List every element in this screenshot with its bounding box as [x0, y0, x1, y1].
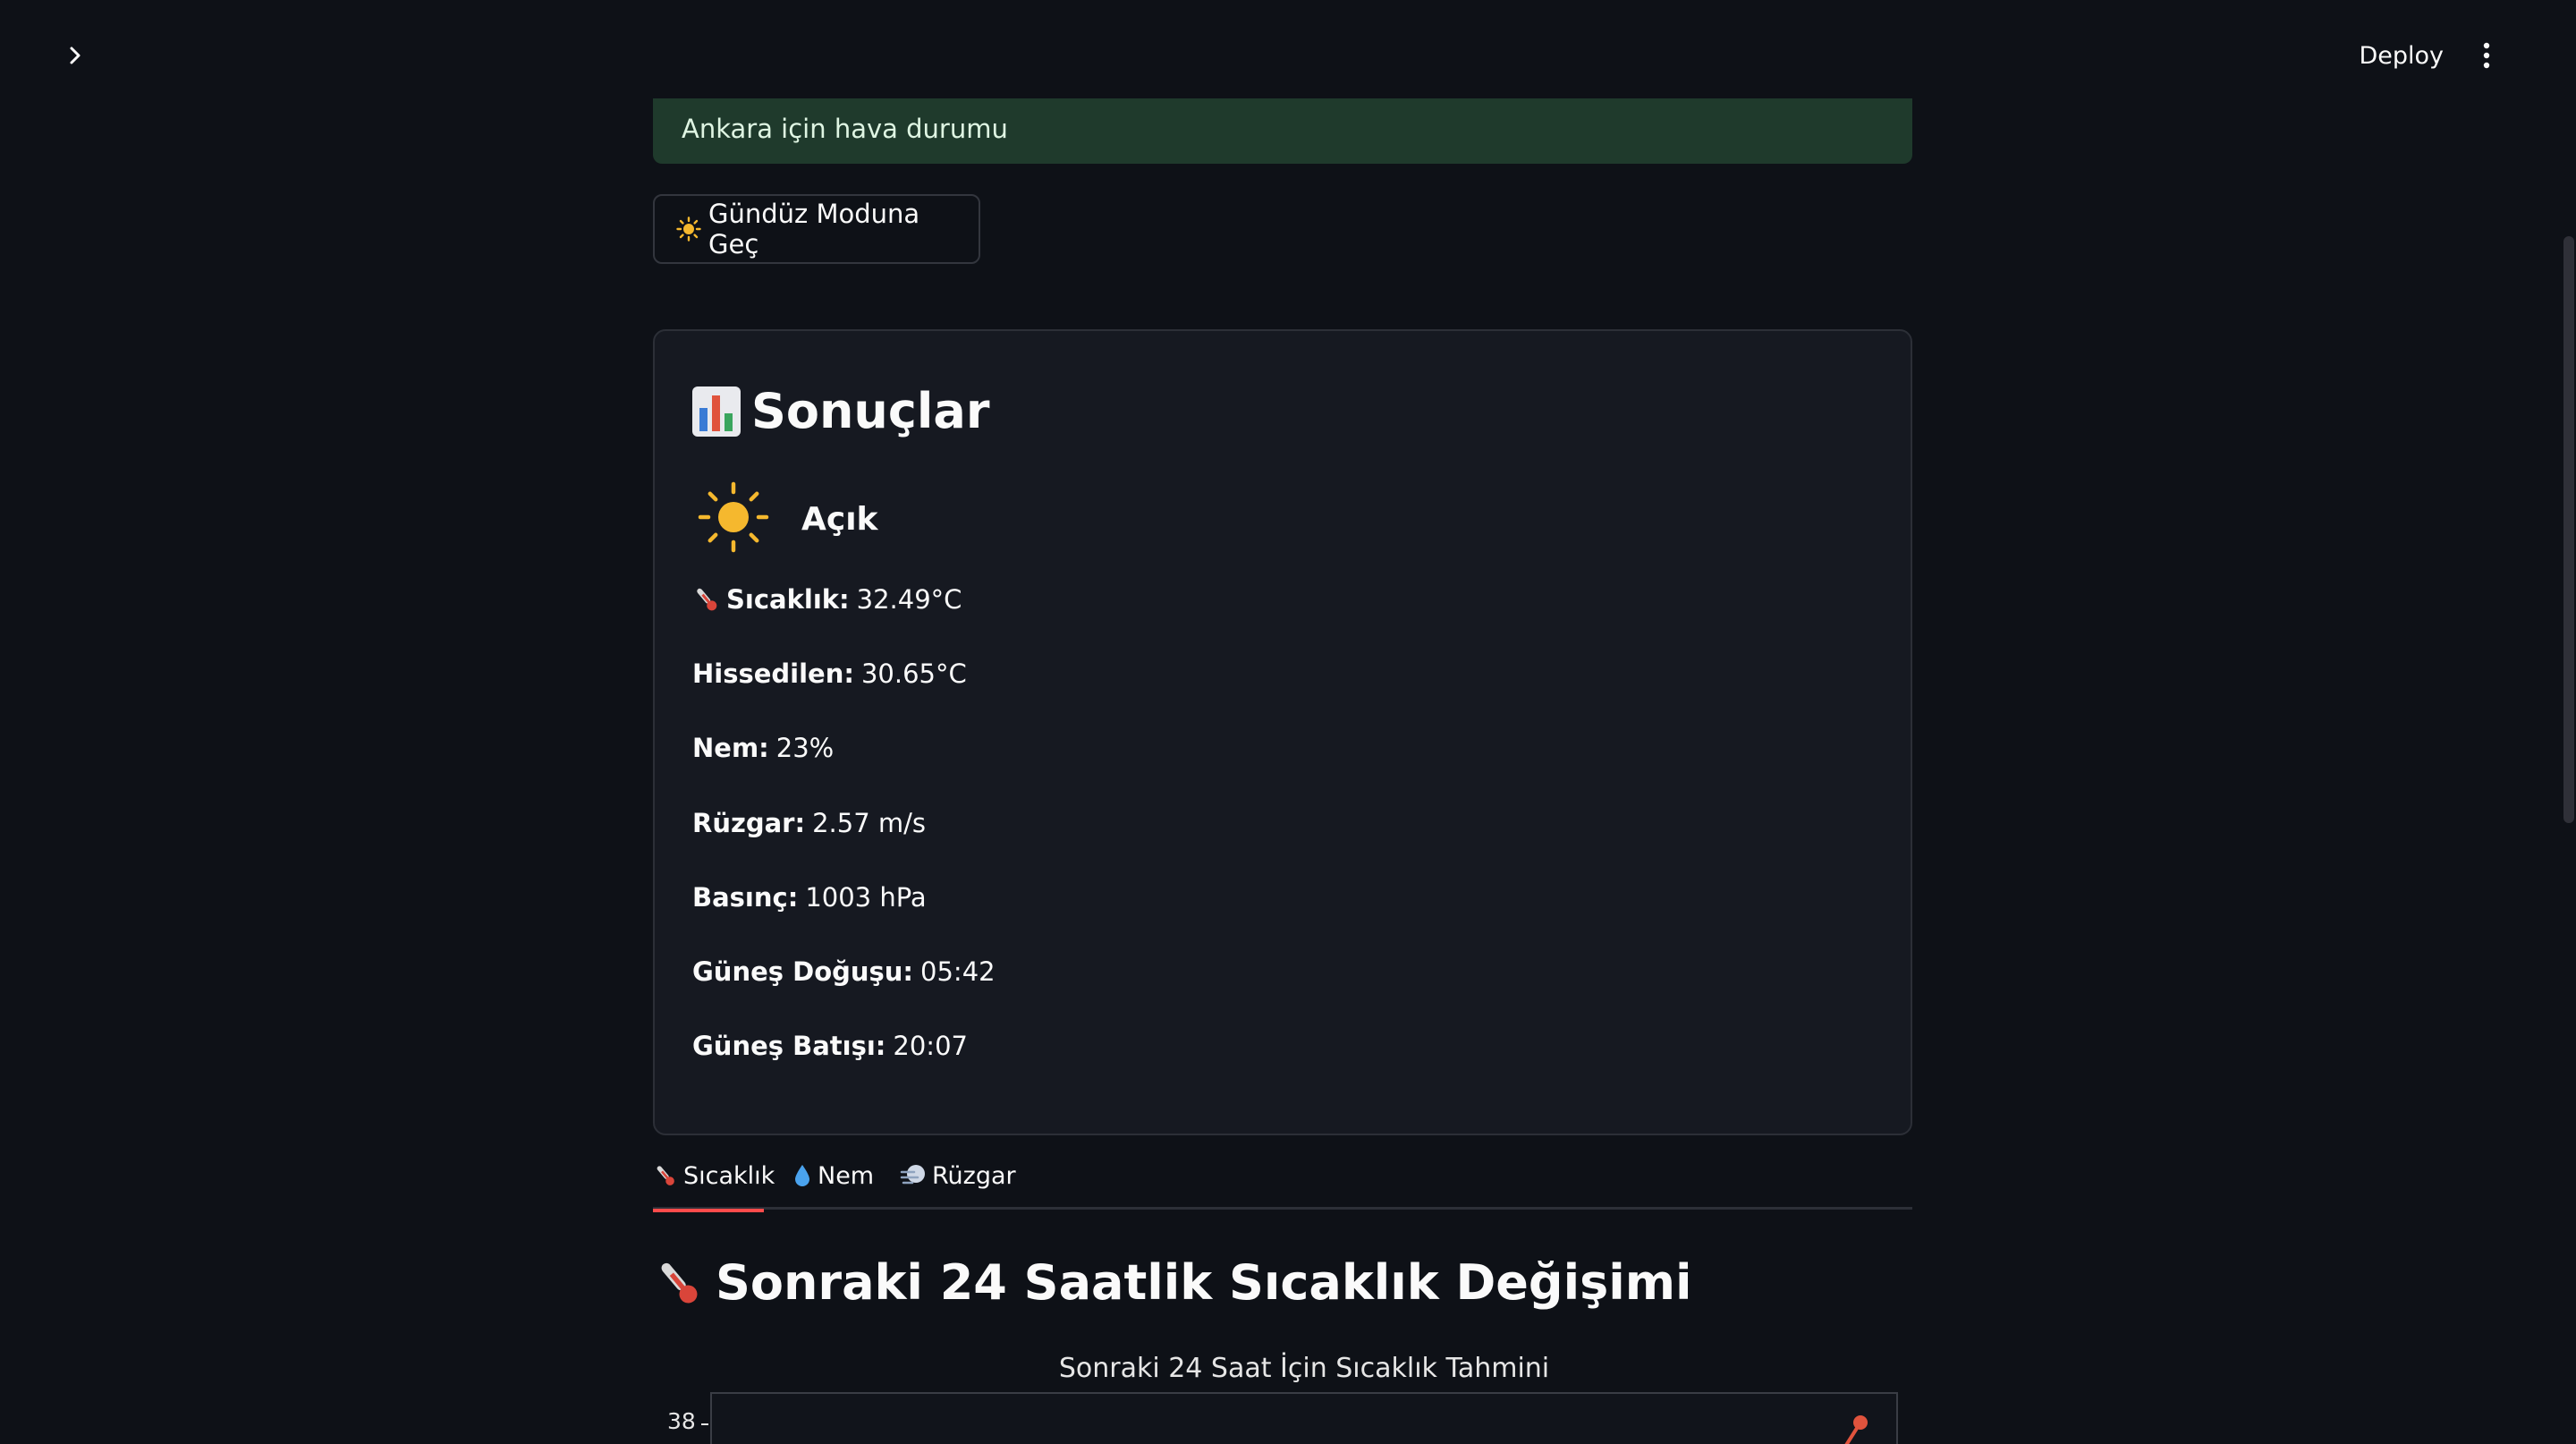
scrollbar[interactable]: [2562, 0, 2576, 1444]
droplet-icon: [792, 1163, 812, 1188]
metric-sunset: Güneş Batışı: 20:07: [692, 1031, 968, 1061]
metric-value: 30.65°C: [860, 658, 967, 689]
metric-pressure: Basınç: 1003 hPa: [692, 882, 927, 913]
deploy-button[interactable]: Deploy: [2359, 36, 2444, 75]
metric-value: 2.57 m/s: [812, 808, 927, 838]
y-tick-label: 38: [667, 1408, 696, 1434]
metric-label: Güneş Doğuşu:: [692, 956, 914, 987]
y-tick-mark: [701, 1423, 708, 1425]
top-header: Deploy: [0, 0, 2576, 98]
metric-feels-like: Hissedilen: 30.65°C: [692, 658, 967, 689]
chart-plot-area: [710, 1392, 1898, 1444]
tab-wind[interactable]: Rüzgar: [900, 1156, 1016, 1195]
tab-label: Nem: [818, 1161, 875, 1190]
success-alert: Ankara için hava durumu: [653, 98, 1912, 164]
app-root: Deploy Ankara için hava durumu Gündüz Mo…: [0, 0, 2576, 1444]
day-mode-button[interactable]: Gündüz Moduna Geç: [653, 194, 980, 264]
metric-value: 05:42: [920, 956, 996, 987]
metric-label: Basınç:: [692, 882, 799, 913]
section-title: Sonraki 24 Saatlik Sıcaklık Değişimi: [653, 1254, 1692, 1311]
metric-value: 20:07: [893, 1031, 968, 1061]
tab-label: Sıcaklık: [683, 1161, 775, 1190]
sun-icon: [698, 481, 769, 556]
chart-title: Sonraki 24 Saat İçin Sıcaklık Tahmini: [1058, 1353, 1550, 1384]
metric-temperature: Sıcaklık: 32.49°C: [692, 584, 962, 615]
chart-tabs: Sıcaklık Nem Rüzgar: [653, 1147, 1912, 1212]
results-title: Sonuçlar: [692, 383, 989, 439]
results-title-text: Sonuçlar: [751, 383, 990, 439]
section-title-text: Sonraki 24 Saatlik Sıcaklık Değişimi: [716, 1254, 1692, 1311]
metric-humidity: Nem: 23%: [692, 733, 834, 763]
sidebar-toggle-button[interactable]: [55, 36, 95, 75]
tab-label: Rüzgar: [932, 1161, 1016, 1190]
thermometer-icon: [653, 1163, 678, 1188]
thermometer-icon: [653, 1257, 705, 1309]
metric-label: Güneş Batışı:: [692, 1031, 886, 1061]
day-mode-button-label: Gündüz Moduna Geç: [708, 199, 920, 259]
thermometer-icon: [692, 585, 721, 614]
metric-value: 23%: [775, 733, 835, 763]
metric-label: Nem:: [692, 733, 769, 763]
bar-chart-icon: [692, 386, 741, 437]
wind-icon: [900, 1163, 927, 1188]
metric-value: 1003 hPa: [805, 882, 927, 913]
temperature-line-chart: [1844, 1415, 1868, 1444]
kebab-menu-icon: [2483, 42, 2490, 69]
metric-label: Rüzgar:: [692, 808, 806, 838]
tab-humidity[interactable]: Nem: [792, 1156, 874, 1195]
tab-temperature[interactable]: Sıcaklık: [653, 1156, 775, 1212]
scrollbar-thumb[interactable]: [2563, 236, 2574, 823]
chevron-right-icon: [70, 47, 80, 64]
active-tab-indicator: [653, 1209, 764, 1212]
metric-label: Sıcaklık:: [726, 584, 850, 615]
weather-condition-text: Açık: [801, 500, 878, 538]
temperature-data-point: [1853, 1415, 1868, 1430]
success-alert-text: Ankara için hava durumu: [682, 114, 1008, 144]
weather-condition: Açık: [698, 481, 877, 556]
metric-value: 32.49°C: [856, 584, 962, 615]
metric-label: Hissedilen:: [692, 658, 854, 689]
metric-wind: Rüzgar: 2.57 m/s: [692, 808, 926, 838]
results-card: Sonuçlar Açık Sıcaklık: 32.49°C Hissedil…: [653, 329, 1912, 1135]
sun-icon: [676, 217, 701, 242]
metric-sunrise: Güneş Doğuşu: 05:42: [692, 956, 996, 987]
main-menu-button[interactable]: [2467, 36, 2506, 75]
